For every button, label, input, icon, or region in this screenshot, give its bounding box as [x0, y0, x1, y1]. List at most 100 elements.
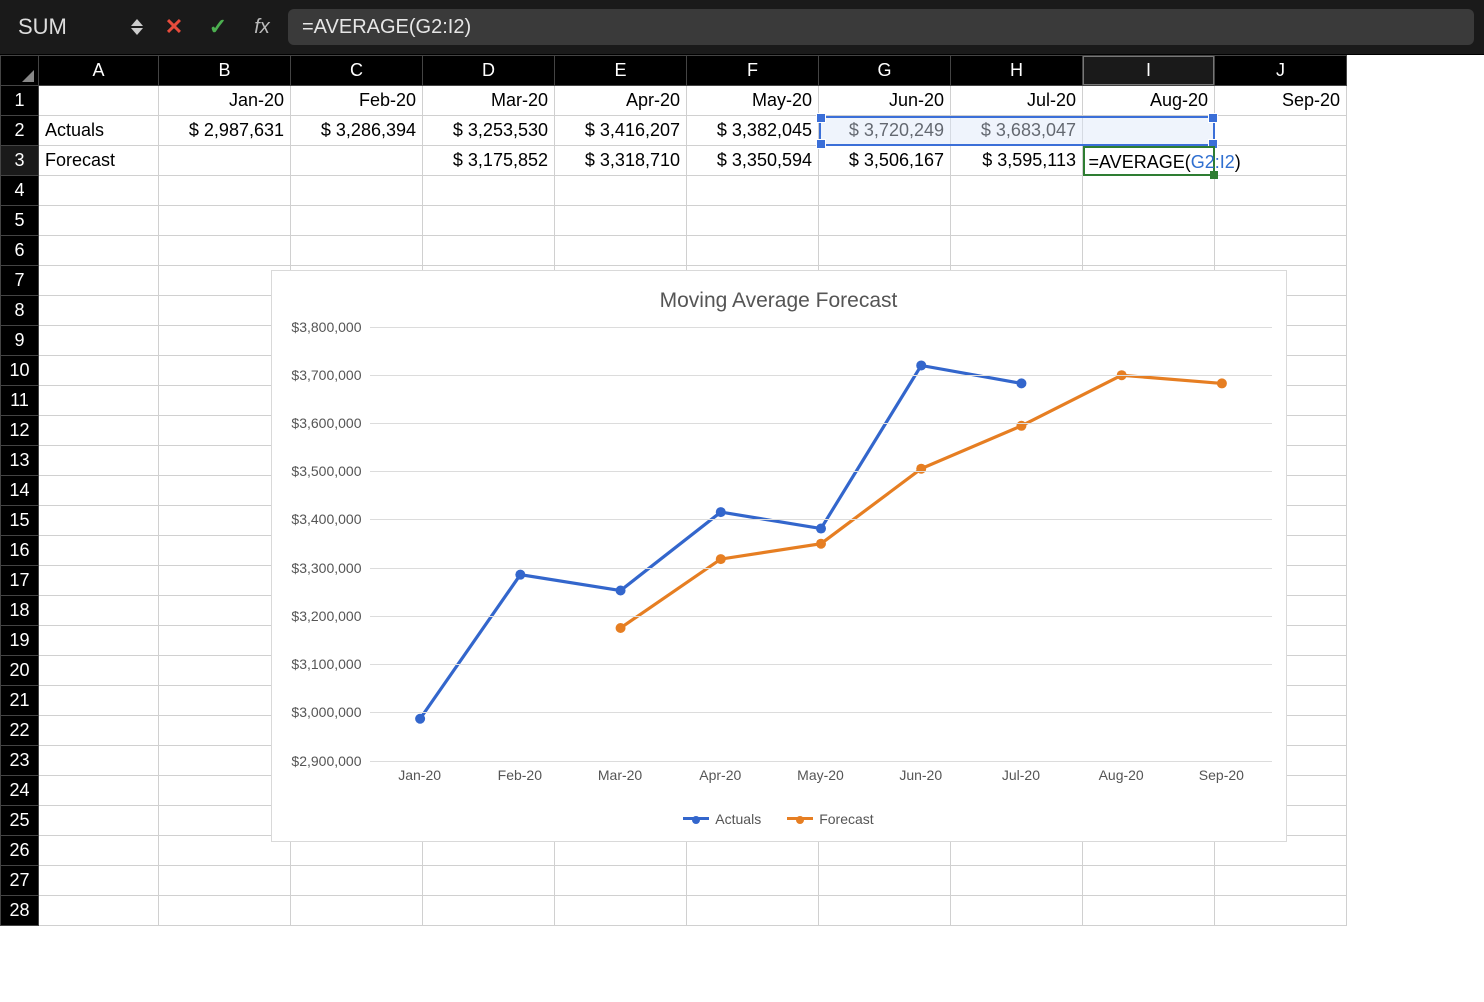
column-header-G[interactable]: G	[819, 56, 951, 86]
cell-A5[interactable]	[39, 206, 159, 236]
cell-E4[interactable]	[555, 176, 687, 206]
cell-A14[interactable]	[39, 476, 159, 506]
chart[interactable]: Moving Average Forecast $2,900,000$3,000…	[271, 270, 1287, 842]
cell-J5[interactable]	[1215, 206, 1347, 236]
row-header-3[interactable]: 3	[1, 146, 39, 176]
cell-A28[interactable]	[39, 896, 159, 926]
cell-A13[interactable]	[39, 446, 159, 476]
row-header-1[interactable]: 1	[1, 86, 39, 116]
cell-B28[interactable]	[159, 896, 291, 926]
cell-F5[interactable]	[687, 206, 819, 236]
column-header-E[interactable]: E	[555, 56, 687, 86]
row-header-6[interactable]: 6	[1, 236, 39, 266]
cell-C2[interactable]: $ 3,286,394	[291, 116, 423, 146]
name-box-stepper[interactable]	[122, 0, 152, 54]
cell-A2[interactable]: Actuals	[39, 116, 159, 146]
cell-A22[interactable]	[39, 716, 159, 746]
row-header-5[interactable]: 5	[1, 206, 39, 236]
cell-H5[interactable]	[951, 206, 1083, 236]
cell-J28[interactable]	[1215, 896, 1347, 926]
cell-F28[interactable]	[687, 896, 819, 926]
cell-B2[interactable]: $ 2,987,631	[159, 116, 291, 146]
cell-G5[interactable]	[819, 206, 951, 236]
cell-D2[interactable]: $ 3,253,530	[423, 116, 555, 146]
row-header-9[interactable]: 9	[1, 326, 39, 356]
cell-B1[interactable]: Jan-20	[159, 86, 291, 116]
column-header-C[interactable]: C	[291, 56, 423, 86]
cell-E5[interactable]	[555, 206, 687, 236]
cell-C6[interactable]	[291, 236, 423, 266]
cell-D6[interactable]	[423, 236, 555, 266]
row-header-16[interactable]: 16	[1, 536, 39, 566]
cell-A20[interactable]	[39, 656, 159, 686]
cell-H2[interactable]: $ 3,683,047	[951, 116, 1083, 146]
cell-A11[interactable]	[39, 386, 159, 416]
row-header-22[interactable]: 22	[1, 716, 39, 746]
column-header-D[interactable]: D	[423, 56, 555, 86]
select-all-corner[interactable]	[1, 56, 39, 86]
cell-C4[interactable]	[291, 176, 423, 206]
accept-button[interactable]: ✓	[196, 0, 240, 54]
column-header-F[interactable]: F	[687, 56, 819, 86]
column-header-B[interactable]: B	[159, 56, 291, 86]
row-header-12[interactable]: 12	[1, 416, 39, 446]
cell-A4[interactable]	[39, 176, 159, 206]
cell-A8[interactable]	[39, 296, 159, 326]
cell-A18[interactable]	[39, 596, 159, 626]
cell-H28[interactable]	[951, 896, 1083, 926]
cell-J6[interactable]	[1215, 236, 1347, 266]
cell-B6[interactable]	[159, 236, 291, 266]
cell-B5[interactable]	[159, 206, 291, 236]
row-header-8[interactable]: 8	[1, 296, 39, 326]
row-header-14[interactable]: 14	[1, 476, 39, 506]
cell-C3[interactable]	[291, 146, 423, 176]
cell-C27[interactable]	[291, 866, 423, 896]
column-header-H[interactable]: H	[951, 56, 1083, 86]
cell-C28[interactable]	[291, 896, 423, 926]
name-box[interactable]: SUM	[0, 0, 122, 54]
row-header-26[interactable]: 26	[1, 836, 39, 866]
cell-H3[interactable]: $ 3,595,113	[951, 146, 1083, 176]
cell-C5[interactable]	[291, 206, 423, 236]
cell-D28[interactable]	[423, 896, 555, 926]
cell-F27[interactable]	[687, 866, 819, 896]
row-header-24[interactable]: 24	[1, 776, 39, 806]
cell-D27[interactable]	[423, 866, 555, 896]
column-header-I[interactable]: I	[1083, 56, 1215, 86]
row-header-20[interactable]: 20	[1, 656, 39, 686]
row-header-7[interactable]: 7	[1, 266, 39, 296]
row-header-15[interactable]: 15	[1, 506, 39, 536]
cancel-button[interactable]: ✕	[152, 0, 196, 54]
cell-E3[interactable]: $ 3,318,710	[555, 146, 687, 176]
cell-I2[interactable]	[1083, 116, 1215, 146]
cell-A6[interactable]	[39, 236, 159, 266]
cell-J1[interactable]: Sep-20	[1215, 86, 1347, 116]
cell-G6[interactable]	[819, 236, 951, 266]
cell-A15[interactable]	[39, 506, 159, 536]
cell-G3[interactable]: $ 3,506,167	[819, 146, 951, 176]
cell-I5[interactable]	[1083, 206, 1215, 236]
row-header-23[interactable]: 23	[1, 746, 39, 776]
row-header-25[interactable]: 25	[1, 806, 39, 836]
cell-E27[interactable]	[555, 866, 687, 896]
cell-G1[interactable]: Jun-20	[819, 86, 951, 116]
cell-B3[interactable]	[159, 146, 291, 176]
row-header-18[interactable]: 18	[1, 596, 39, 626]
cell-H27[interactable]	[951, 866, 1083, 896]
cell-E2[interactable]: $ 3,416,207	[555, 116, 687, 146]
cell-G2[interactable]: $ 3,720,249	[819, 116, 951, 146]
cell-A16[interactable]	[39, 536, 159, 566]
cell-F4[interactable]	[687, 176, 819, 206]
cell-I28[interactable]	[1083, 896, 1215, 926]
column-header-J[interactable]: J	[1215, 56, 1347, 86]
row-header-19[interactable]: 19	[1, 626, 39, 656]
cell-H1[interactable]: Jul-20	[951, 86, 1083, 116]
spreadsheet[interactable]: ABCDEFGHIJ1Jan-20Feb-20Mar-20Apr-20May-2…	[0, 55, 1484, 926]
cell-A27[interactable]	[39, 866, 159, 896]
cell-E28[interactable]	[555, 896, 687, 926]
cell-A1[interactable]	[39, 86, 159, 116]
cell-H6[interactable]	[951, 236, 1083, 266]
cell-G4[interactable]	[819, 176, 951, 206]
row-header-17[interactable]: 17	[1, 566, 39, 596]
cell-J2[interactable]	[1215, 116, 1347, 146]
